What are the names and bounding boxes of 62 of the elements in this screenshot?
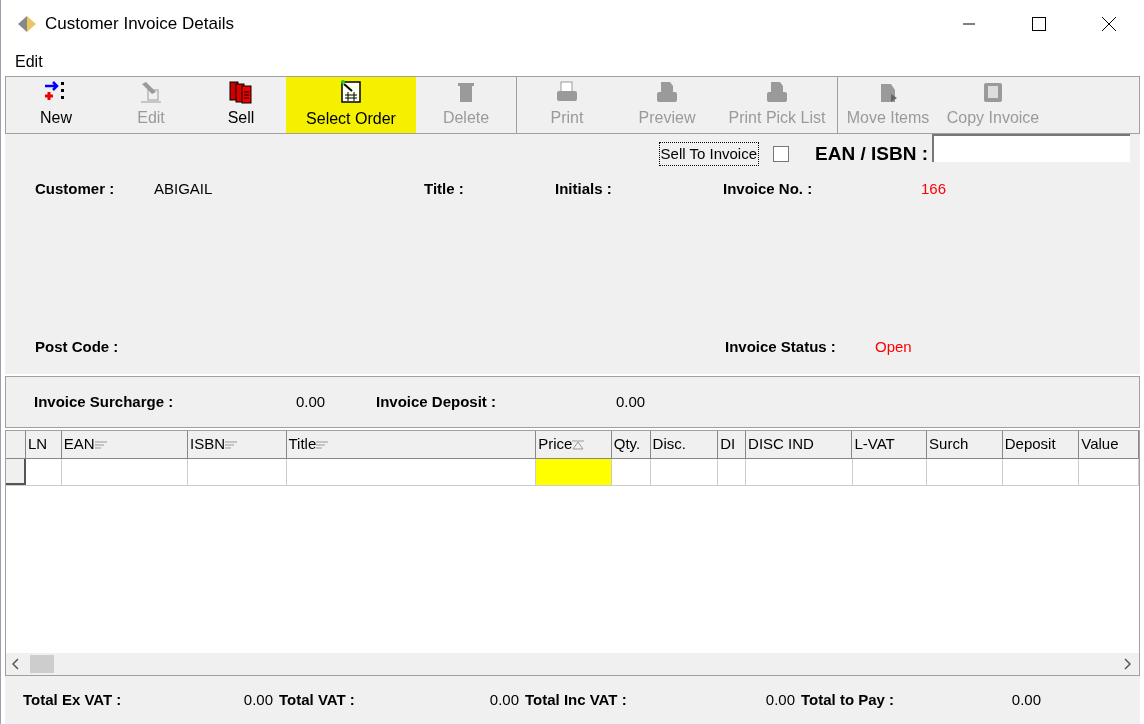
field-label: Invoice Deposit : xyxy=(376,391,498,412)
field-label: Title : xyxy=(424,178,465,199)
column-header[interactable]: Surch xyxy=(927,431,1003,458)
document-icon xyxy=(654,80,680,104)
field-label: Initials : xyxy=(555,178,613,199)
total-value: 0.00 xyxy=(764,689,795,710)
invoice-number: 166 xyxy=(921,178,947,199)
filter-lines-icon xyxy=(225,440,238,449)
menu-item[interactable]: Edit xyxy=(15,50,43,74)
close-icon xyxy=(1102,17,1116,31)
minimize-icon xyxy=(963,23,975,25)
pencil-icon xyxy=(138,80,164,104)
filter-lines-icon xyxy=(94,440,107,449)
filter-lines-icon xyxy=(316,440,329,449)
column-header[interactable]: Disc. xyxy=(650,431,719,458)
ean-isbn-label: EAN / ISBN : xyxy=(815,141,928,166)
scroll-thumb[interactable] xyxy=(30,655,54,673)
column-header[interactable]: Qty. xyxy=(611,431,651,458)
total-value: 0.00 xyxy=(488,689,519,710)
surcharge-value: 0.00 xyxy=(296,391,327,412)
chevron-right-icon xyxy=(1123,658,1131,670)
toolbar-button[interactable]: Sell xyxy=(196,77,286,133)
horizontal-scrollbar[interactable] xyxy=(6,653,1139,675)
total-label: Total Ex VAT : xyxy=(23,689,123,710)
column-header[interactable]: L-VAT xyxy=(852,431,928,458)
customer-name: ABIGAIL xyxy=(154,178,214,199)
books-icon xyxy=(228,80,254,104)
total-value: 0.00 xyxy=(1010,689,1041,710)
column-header[interactable]: ISBN xyxy=(188,431,287,458)
total-label: Total VAT : xyxy=(279,689,356,710)
document-icon xyxy=(764,80,790,104)
toolbar-button[interactable]: New xyxy=(6,77,106,133)
sell-to-invoice-label[interactable]: Sell To Invoice xyxy=(658,141,760,167)
field-label: Invoice Surcharge : xyxy=(34,391,175,412)
maximize-icon xyxy=(1032,17,1046,31)
column-header[interactable]: Price xyxy=(536,431,612,458)
column-header[interactable]: Title xyxy=(286,431,537,458)
total-value: 0.00 xyxy=(242,689,273,710)
field-label: Customer : xyxy=(35,178,116,199)
sort-icon xyxy=(572,439,585,450)
window-title: Customer Invoice Details xyxy=(45,13,234,36)
column-header[interactable]: LN xyxy=(25,431,62,458)
column-header[interactable]: Value xyxy=(1079,431,1139,458)
field-label: Invoice No. : xyxy=(723,178,814,199)
total-label: Total to Pay : xyxy=(801,689,896,710)
printer-icon xyxy=(554,80,580,104)
app-logo-icon xyxy=(17,15,37,33)
sell-to-invoice-checkbox[interactable] xyxy=(773,146,790,162)
order-sheet-icon xyxy=(338,79,364,105)
column-header[interactable]: DISC IND xyxy=(746,431,853,458)
row-selector[interactable] xyxy=(6,459,26,485)
field-label: Invoice Status : xyxy=(725,336,837,357)
invoice-status: Open xyxy=(875,336,912,357)
toolbar-button[interactable]: Select Order xyxy=(286,77,416,133)
column-header[interactable]: EAN xyxy=(61,431,189,458)
field-label: Post Code : xyxy=(35,336,120,357)
column-header[interactable]: DI xyxy=(718,431,747,458)
column-header[interactable]: Deposit xyxy=(1002,431,1080,458)
deposit-value: 0.00 xyxy=(616,391,646,412)
chevron-left-icon xyxy=(12,658,20,670)
total-label: Total Inc VAT : xyxy=(525,689,628,710)
ean-isbn-field[interactable] xyxy=(932,134,1130,162)
